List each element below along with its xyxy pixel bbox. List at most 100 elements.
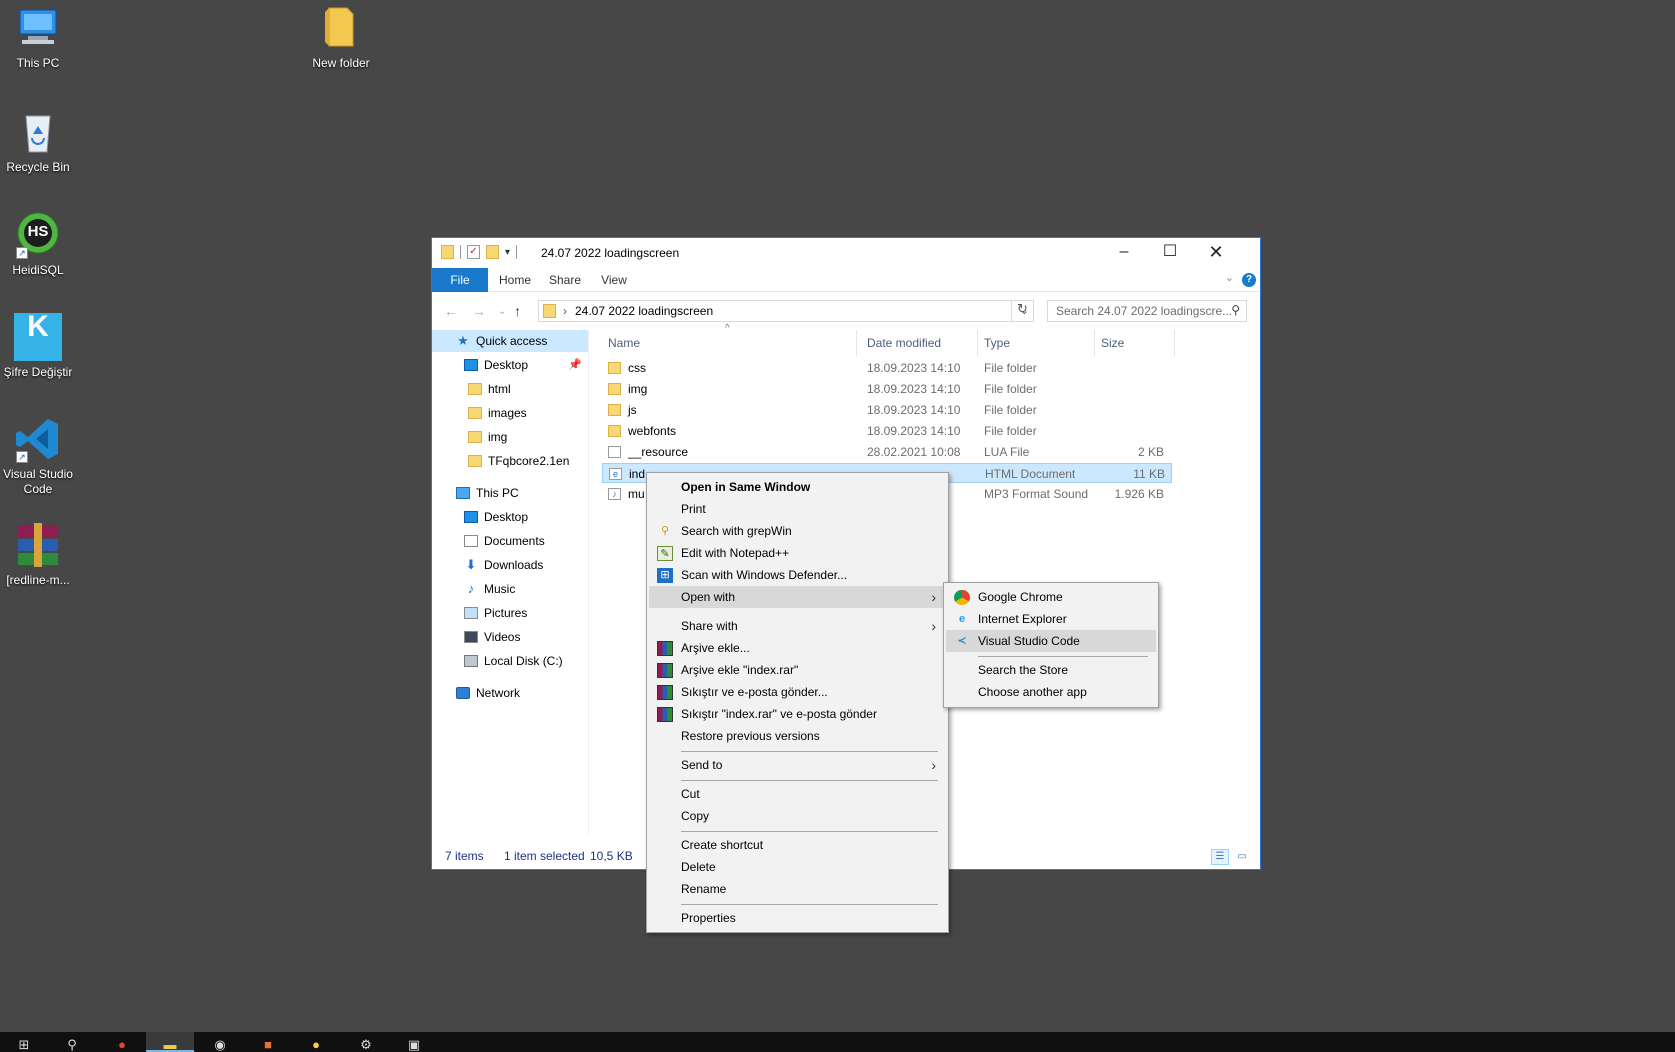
menu-item-choose-another-app[interactable]: Choose another app [946, 681, 1156, 703]
nav-item-local-disk[interactable]: Local Disk (C:) [432, 650, 588, 672]
menu-item-open-same-window[interactable]: Open in Same Window [649, 476, 946, 498]
nav-item-downloads[interactable]: ⬇ Downloads [432, 554, 588, 576]
address-bar[interactable]: › 24.07 2022 loadingscreen ⌄ [538, 300, 1034, 322]
file-row[interactable]: css 18.09.2023 14:10 File folder [602, 358, 1172, 378]
file-row[interactable]: img 18.09.2023 14:10 File folder [602, 379, 1172, 399]
menu-item-sikistir-eposta[interactable]: Sıkıştır ve e-posta gönder... [649, 681, 946, 703]
menu-item-properties[interactable]: Properties [649, 907, 946, 929]
forward-arrow-icon[interactable]: → [472, 303, 486, 319]
file-row[interactable]: __resource 28.02.2021 10:08 LUA File 2 K… [602, 442, 1172, 462]
breadcrumb[interactable]: 24.07 2022 loadingscreen [575, 304, 713, 318]
menu-separator [681, 751, 938, 752]
pin-icon[interactable]: 📌 [568, 354, 582, 376]
search-placeholder: Search 24.07 2022 loadingscre... [1056, 304, 1233, 318]
chrome-icon[interactable]: ● [98, 1032, 146, 1052]
back-arrow-icon[interactable]: ← [444, 303, 458, 319]
app-icon[interactable]: ■ [244, 1032, 292, 1052]
start-icon[interactable]: ⊞ [0, 1032, 48, 1052]
close-button[interactable]: ✕ [1193, 238, 1239, 268]
vscode-icon: ↗ [14, 415, 62, 463]
nav-item-html[interactable]: html [432, 378, 588, 400]
nav-item-network[interactable]: Network [432, 682, 588, 704]
nav-item-pc-desktop[interactable]: Desktop [432, 506, 588, 528]
tab-view[interactable]: View [594, 268, 634, 292]
desktop-icon-winrar[interactable]: [redline-m... [0, 521, 76, 588]
refresh-icon[interactable]: ↻ [1011, 301, 1033, 321]
minimize-button[interactable]: – [1101, 238, 1147, 268]
menu-item-scan-defender[interactable]: ⊞ Scan with Windows Defender... [649, 564, 946, 586]
terminal-icon[interactable]: ▣ [390, 1032, 438, 1052]
menu-item-send-to[interactable]: Send to › [649, 754, 946, 776]
nav-item-desktop[interactable]: Desktop 📌 [432, 354, 588, 376]
file-row[interactable]: webfonts 18.09.2023 14:10 File folder [602, 421, 1172, 441]
menu-item-google-chrome[interactable]: Google Chrome [946, 586, 1156, 608]
menu-item-search-store[interactable]: Search the Store [946, 659, 1156, 681]
this-pc-icon [456, 486, 470, 499]
nav-item-videos[interactable]: Videos [432, 626, 588, 648]
column-header-type[interactable]: Type [978, 330, 1095, 356]
sifre-degistir-icon: K [14, 312, 62, 361]
menu-item-print[interactable]: Print [649, 498, 946, 520]
menu-item-search-grepwin[interactable]: ⚲ Search with grepWin [649, 520, 946, 542]
nav-item-documents[interactable]: Documents [432, 530, 588, 552]
large-icons-view-icon[interactable]: ▭ [1233, 849, 1251, 865]
tab-file[interactable]: File [432, 268, 488, 292]
properties-icon[interactable]: ✓ [467, 245, 480, 259]
column-header-date-modified[interactable]: Date modified [861, 330, 978, 356]
chevron-right-icon[interactable]: › [563, 304, 567, 318]
desktop-icon-this-pc[interactable]: This PC [0, 4, 76, 71]
chevron-right-icon: › [931, 589, 936, 605]
videos-icon [464, 630, 478, 643]
details-view-icon[interactable]: ☰ [1211, 849, 1229, 865]
nav-item-tfqbcore[interactable]: TFqbcore2.1en [432, 450, 588, 472]
menu-item-create-shortcut[interactable]: Create shortcut [649, 834, 946, 856]
desktop-icon-heidisql[interactable]: HS ↗ HeidiSQL [0, 211, 76, 278]
nav-item-img[interactable]: img [432, 426, 588, 448]
nav-item-quick-access[interactable]: ★ Quick access [432, 330, 588, 352]
menu-item-open-with[interactable]: Open with › [649, 586, 946, 608]
menu-item-copy[interactable]: Copy [649, 805, 946, 827]
obs-icon[interactable]: ◉ [196, 1032, 244, 1052]
desktop-icon-vscode[interactable]: ↗ Visual Studio Code [0, 415, 76, 497]
title-bar[interactable]: ✓ ▾ 24.07 2022 loadingscreen – ☐ ✕ [432, 238, 1260, 268]
winrar-icon [657, 641, 673, 656]
nav-item-music[interactable]: ♪ Music [432, 578, 588, 600]
customize-toolbar-icon[interactable]: ▾ [505, 247, 510, 258]
settings-icon[interactable]: ⚙ [342, 1032, 390, 1052]
menu-item-visual-studio-code[interactable]: ≺ Visual Studio Code [946, 630, 1156, 652]
desktop-icon-new-folder[interactable]: New folder [303, 4, 379, 71]
menu-item-cut[interactable]: Cut [649, 783, 946, 805]
menu-item-arsive-ekle-index[interactable]: Arşive ekle "index.rar" [649, 659, 946, 681]
menu-item-edit-notepad[interactable]: ✎ Edit with Notepad++ [649, 542, 946, 564]
file-explorer-icon[interactable]: ▬ [146, 1032, 194, 1052]
nav-item-images[interactable]: images [432, 402, 588, 424]
menu-item-internet-explorer[interactable]: e Internet Explorer [946, 608, 1156, 630]
file-row[interactable]: js 18.09.2023 14:10 File folder [602, 400, 1172, 420]
menu-item-sikistir-index-eposta[interactable]: Sıkıştır "index.rar" ve e-posta gönder [649, 703, 946, 725]
menu-item-rename[interactable]: Rename [649, 878, 946, 900]
star-icon: ★ [457, 332, 469, 348]
menu-item-share-with[interactable]: Share with › [649, 615, 946, 637]
new-folder-icon[interactable] [486, 245, 499, 259]
nav-item-this-pc[interactable]: This PC [432, 482, 588, 504]
audio-file-icon: ♪ [608, 488, 621, 500]
help-icon[interactable]: ? [1242, 273, 1256, 287]
maximize-button[interactable]: ☐ [1147, 238, 1193, 268]
column-header-size[interactable]: Size [1095, 330, 1175, 356]
search-input[interactable]: Search 24.07 2022 loadingscre... ⚲ [1047, 300, 1247, 322]
menu-item-restore-versions[interactable]: Restore previous versions [649, 725, 946, 747]
tab-share[interactable]: Share [544, 268, 586, 292]
download-arrow-icon: ⬇ [465, 556, 477, 572]
search-icon[interactable]: ⚲ [48, 1032, 96, 1052]
expand-ribbon-icon[interactable]: ⌄ [1225, 271, 1234, 284]
desktop-icon-recycle-bin[interactable]: Recycle Bin [0, 108, 76, 175]
column-header-name[interactable]: Name [602, 330, 857, 356]
tab-home[interactable]: Home [494, 268, 536, 292]
menu-item-arsive-ekle[interactable]: Arşive ekle... [649, 637, 946, 659]
recent-locations-icon[interactable]: ⌄ [498, 306, 506, 317]
nav-item-pictures[interactable]: Pictures [432, 602, 588, 624]
up-arrow-icon[interactable]: ↑ [514, 303, 521, 319]
desktop-icon-sifre-degistir[interactable]: K Şifre Değiştir [0, 312, 76, 380]
lightbulb-icon[interactable]: ● [292, 1032, 340, 1052]
menu-item-delete[interactable]: Delete [649, 856, 946, 878]
